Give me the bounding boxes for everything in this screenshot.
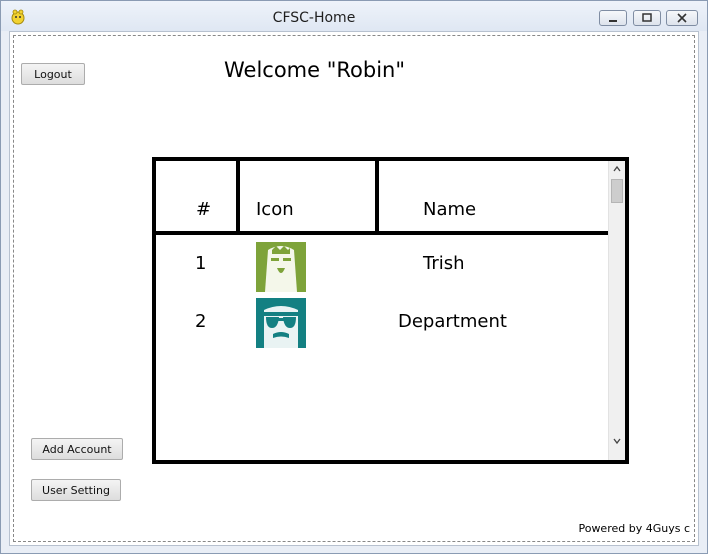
client-area: Logout Welcome "Robin" # Icon Name 1 Tri…	[9, 31, 699, 546]
close-icon	[677, 13, 687, 23]
column-divider	[375, 161, 379, 235]
welcome-heading: Welcome "Robin"	[224, 58, 406, 82]
user-setting-button[interactable]: User Setting	[31, 479, 121, 501]
minimize-icon	[609, 20, 617, 22]
close-button[interactable]	[666, 10, 698, 26]
scroll-up-arrow-icon[interactable]	[612, 164, 622, 174]
window-title: CFSC-Home	[272, 10, 356, 26]
scrollbar-thumb[interactable]	[611, 179, 623, 203]
row-name: Department	[398, 311, 507, 332]
green-face-avatar-icon	[256, 242, 306, 292]
powered-by-label: Powered by 4Guys c	[578, 522, 690, 535]
accounts-table: # Icon Name 1 Trish 2 Department	[152, 157, 629, 464]
header-name: Name	[423, 199, 477, 220]
logout-button[interactable]: Logout	[21, 63, 85, 85]
title-bar[interactable]: CFSC-Home	[1, 1, 707, 31]
minimize-button[interactable]	[599, 10, 627, 26]
header-icon: Icon	[256, 199, 294, 220]
maximize-icon	[642, 13, 652, 22]
header-divider	[156, 231, 611, 235]
row-number: 1	[195, 253, 207, 274]
main-window: CFSC-Home Logout Welcome "Robin" # Icon …	[0, 0, 708, 554]
row-number: 2	[195, 311, 207, 332]
add-account-button[interactable]: Add Account	[31, 438, 123, 460]
column-divider	[236, 161, 240, 235]
teal-sunglasses-avatar-icon	[256, 298, 306, 348]
scroll-down-arrow-icon[interactable]	[612, 436, 622, 446]
table-scrollbar[interactable]	[608, 161, 625, 460]
maximize-button[interactable]	[633, 10, 661, 26]
header-number: #	[196, 199, 212, 220]
row-name: Trish	[423, 253, 465, 274]
